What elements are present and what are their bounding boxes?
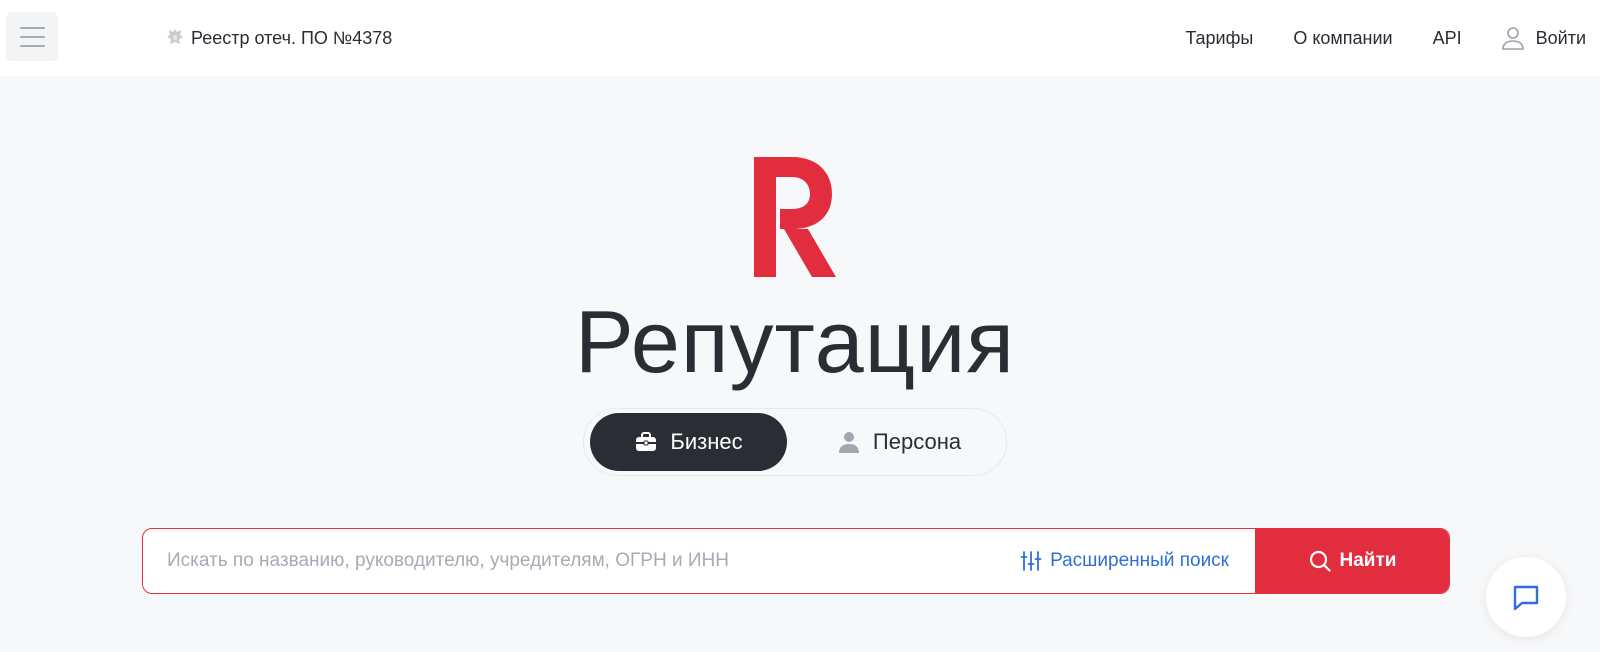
hamburger-line <box>19 35 45 38</box>
hamburger-line <box>19 44 45 47</box>
tab-business[interactable]: Бизнес <box>590 413 787 471</box>
advanced-search-link[interactable]: Расширенный поиск <box>1020 550 1255 572</box>
advanced-search-label: Расширенный поиск <box>1050 550 1229 571</box>
person-icon <box>838 432 859 453</box>
user-icon <box>1501 27 1524 50</box>
nav-about[interactable]: О компании <box>1293 28 1392 49</box>
nav-tariffs[interactable]: Тарифы <box>1185 28 1253 49</box>
search-button-label: Найти <box>1339 550 1397 571</box>
search-button[interactable]: Найти <box>1255 529 1449 593</box>
login-label: Войти <box>1535 27 1586 48</box>
registry-badge[interactable]: Реестр отеч. ПО №4378 <box>165 25 392 51</box>
login-button[interactable]: Войти <box>1500 25 1586 51</box>
hamburger-line <box>19 26 45 29</box>
page-title: Репутация <box>575 292 1015 391</box>
hamburger-menu-button[interactable] <box>6 12 58 61</box>
entity-type-switch: Бизнес Персона <box>583 408 1007 476</box>
chat-button[interactable] <box>1486 557 1566 637</box>
coat-of-arms-icon <box>167 29 183 44</box>
chat-icon <box>1513 585 1539 611</box>
briefcase-icon <box>636 432 657 451</box>
search-bar: Расширенный поиск Найти <box>142 528 1450 594</box>
sliders-icon <box>1020 551 1042 571</box>
tab-person-label: Персона <box>872 429 962 454</box>
top-header: Реестр отеч. ПО №4378 Тарифы О компании … <box>0 0 1600 76</box>
main-nav: Тарифы О компании API Войти <box>1185 22 1586 54</box>
registry-text: Реестр отеч. ПО №4378 <box>191 27 393 48</box>
tab-business-label: Бизнес <box>670 429 743 454</box>
search-icon <box>1309 550 1331 572</box>
r-logo-icon <box>754 157 836 277</box>
search-input[interactable] <box>143 529 1021 593</box>
nav-api[interactable]: API <box>1433 28 1462 49</box>
tab-person[interactable]: Персона <box>799 413 999 471</box>
